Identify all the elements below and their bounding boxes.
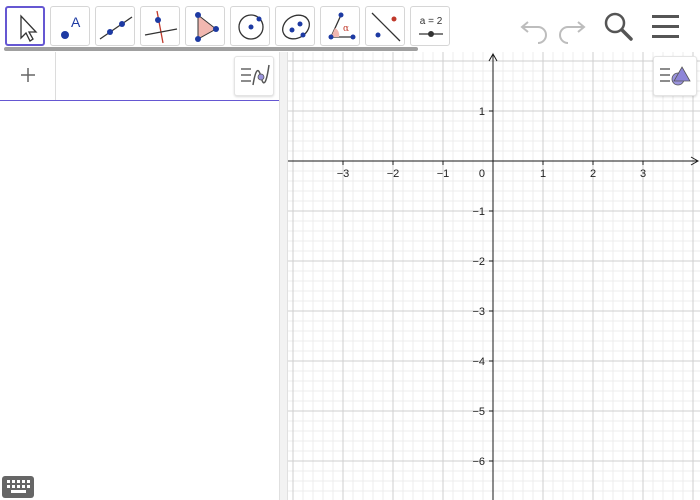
line-tool-button[interactable]: [95, 6, 135, 46]
angle-tool-button[interactable]: α: [320, 6, 360, 46]
coordinate-grid[interactable]: −3 −2 −1 1 2 3 1 −1 −2 −3 −4 −5 −6 0: [288, 52, 700, 500]
slider-tool-label: a = 2: [420, 16, 443, 27]
x-tick-label: 1: [540, 168, 546, 180]
search-button[interactable]: [600, 8, 636, 44]
graphics-style-icon: [660, 66, 691, 86]
x-tick-label: −2: [387, 168, 400, 180]
perpendicular-line-icon: [144, 10, 178, 44]
x-tick-label: −3: [337, 168, 350, 180]
algebra-add-button[interactable]: [0, 52, 56, 100]
reflect-icon: [371, 12, 401, 42]
angle-tool-label: α: [343, 24, 349, 34]
y-tick-label: −5: [472, 406, 485, 418]
main-menu-button[interactable]: [648, 8, 684, 44]
undo-icon: [520, 21, 547, 44]
y-tick-label: −1: [472, 206, 485, 218]
undo-button[interactable]: [516, 8, 552, 44]
view-splitter[interactable]: [279, 52, 288, 500]
circle-center-point-icon: [238, 14, 264, 40]
ellipse-tool-button[interactable]: [275, 6, 315, 46]
y-tick-label: −2: [472, 256, 485, 268]
virtual-keyboard-button[interactable]: [2, 476, 34, 498]
point-tool-button[interactable]: A: [50, 6, 90, 46]
origin-label: 0: [479, 168, 485, 180]
slider-tool-button[interactable]: a = 2: [410, 6, 450, 46]
polygon-tool-button[interactable]: [185, 6, 225, 46]
algebra-style-icon: [241, 64, 270, 86]
x-tick-label: 3: [640, 168, 646, 180]
line-icon: [99, 16, 133, 40]
reflect-tool-button[interactable]: [365, 6, 405, 46]
minor-grid: [288, 52, 700, 500]
polygon-icon: [195, 12, 219, 42]
graphics-style-bar-button[interactable]: [653, 56, 697, 96]
major-grid: [288, 52, 700, 500]
point-tool-label: A: [71, 14, 81, 30]
toolbar-scrollbar[interactable]: [4, 47, 418, 51]
plus-icon: [21, 68, 35, 82]
search-icon: [604, 12, 633, 41]
move-tool-button[interactable]: [5, 6, 45, 46]
perpendicular-line-tool-button[interactable]: [140, 6, 180, 46]
angle-icon: α: [328, 12, 356, 40]
redo-button[interactable]: [554, 8, 590, 44]
x-tick-label: 2: [590, 168, 596, 180]
x-tick-label: −1: [437, 168, 450, 180]
cursor-arrow-icon: [20, 14, 38, 42]
point-icon: A: [61, 14, 81, 39]
y-tick-label: −4: [472, 356, 485, 368]
algebra-style-bar-button[interactable]: [234, 56, 274, 96]
algebra-view: [0, 52, 279, 500]
y-tick-label: 1: [479, 106, 485, 118]
hamburger-menu-icon: [652, 15, 679, 38]
redo-icon: [559, 21, 586, 44]
ellipse-icon: [282, 14, 310, 40]
algebra-input-row[interactable]: [0, 52, 279, 101]
graphics-view[interactable]: −3 −2 −1 1 2 3 1 −1 −2 −3 −4 −5 −6 0: [288, 52, 700, 500]
circle-tool-button[interactable]: [230, 6, 270, 46]
slider-icon: a = 2: [419, 16, 443, 37]
y-tick-label: −6: [472, 456, 485, 468]
keyboard-icon: [7, 480, 30, 493]
y-tick-label: −3: [472, 306, 485, 318]
toolbar: A α a = 2: [0, 0, 700, 52]
